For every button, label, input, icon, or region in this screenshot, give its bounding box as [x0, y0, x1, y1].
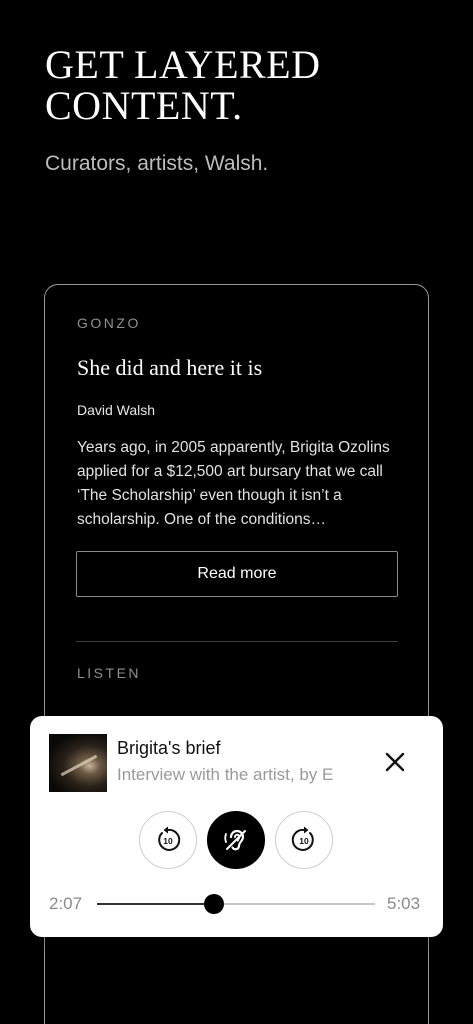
progress-knob[interactable] — [203, 894, 224, 914]
article-excerpt: Years ago, in 2005 apparently, Brigita O… — [77, 436, 401, 532]
progress-fill — [97, 903, 214, 905]
article-title[interactable]: She did and here it is — [77, 355, 407, 381]
rewind-seconds: 10 — [163, 836, 173, 846]
article-excerpt-text: Years ago, in 2005 apparently, Brigita O… — [77, 439, 390, 528]
forward-10-button[interactable]: 10 — [275, 811, 333, 869]
rewind-10-button[interactable]: 10 — [139, 811, 197, 869]
divider — [76, 641, 398, 642]
listen-button[interactable] — [207, 811, 265, 869]
forward-seconds: 10 — [299, 836, 309, 846]
progress-track[interactable] — [97, 894, 375, 914]
read-more-button[interactable]: Read more — [76, 551, 398, 597]
track-title: Brigita's brief — [117, 738, 221, 758]
track-thumbnail — [49, 734, 107, 792]
rewind-10-icon: 10 — [158, 826, 181, 851]
section-label-gonzo: GONZO — [77, 315, 141, 331]
hero-title-line-1: GET LAYERED — [45, 42, 321, 87]
close-icon — [385, 752, 405, 772]
ear-listen-icon — [224, 829, 246, 851]
total-time: 5:03 — [387, 894, 421, 913]
hero-title: GET LAYERED CONTENT. — [45, 44, 445, 126]
article-author: David Walsh — [77, 402, 156, 418]
audio-player: Brigita's brief Interview with the artis… — [30, 716, 443, 937]
forward-10-icon: 10 — [291, 826, 314, 851]
close-button[interactable] — [382, 749, 408, 775]
section-label-listen: LISTEN — [77, 665, 142, 681]
elapsed-time: 2:07 — [49, 894, 83, 913]
hero-title-line-2: CONTENT. — [45, 83, 243, 128]
hero-subtitle: Curators, artists, Walsh. — [45, 152, 269, 175]
track-subtitle: Interview with the artist, by E — [117, 765, 334, 784]
